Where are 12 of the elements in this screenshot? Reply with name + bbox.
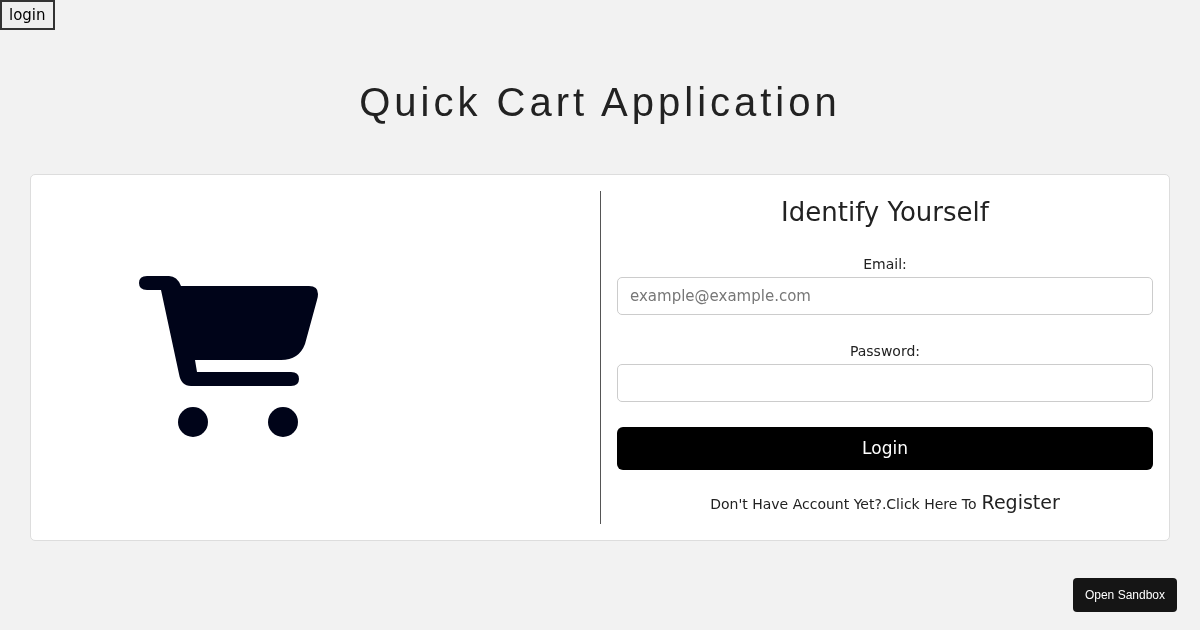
password-field[interactable] <box>617 364 1153 402</box>
login-submit-button[interactable]: Login <box>617 427 1153 470</box>
field-label: Password: <box>849 342 921 361</box>
open-sandbox-button[interactable]: Open Sandbox <box>1072 578 1177 612</box>
login-button[interactable]: login <box>0 0 55 30</box>
shopping-cart-icon <box>139 275 319 440</box>
register-prompt: Don't Have Account Yet?.Click Here To <box>710 495 977 514</box>
email-field[interactable]: example@example.com <box>617 277 1153 315</box>
register-link[interactable]: Register <box>981 488 1060 517</box>
page-title: Quick Cart Application <box>359 79 841 126</box>
form-heading: Identify Yourself <box>781 196 989 229</box>
field-label: Email: <box>863 255 907 274</box>
